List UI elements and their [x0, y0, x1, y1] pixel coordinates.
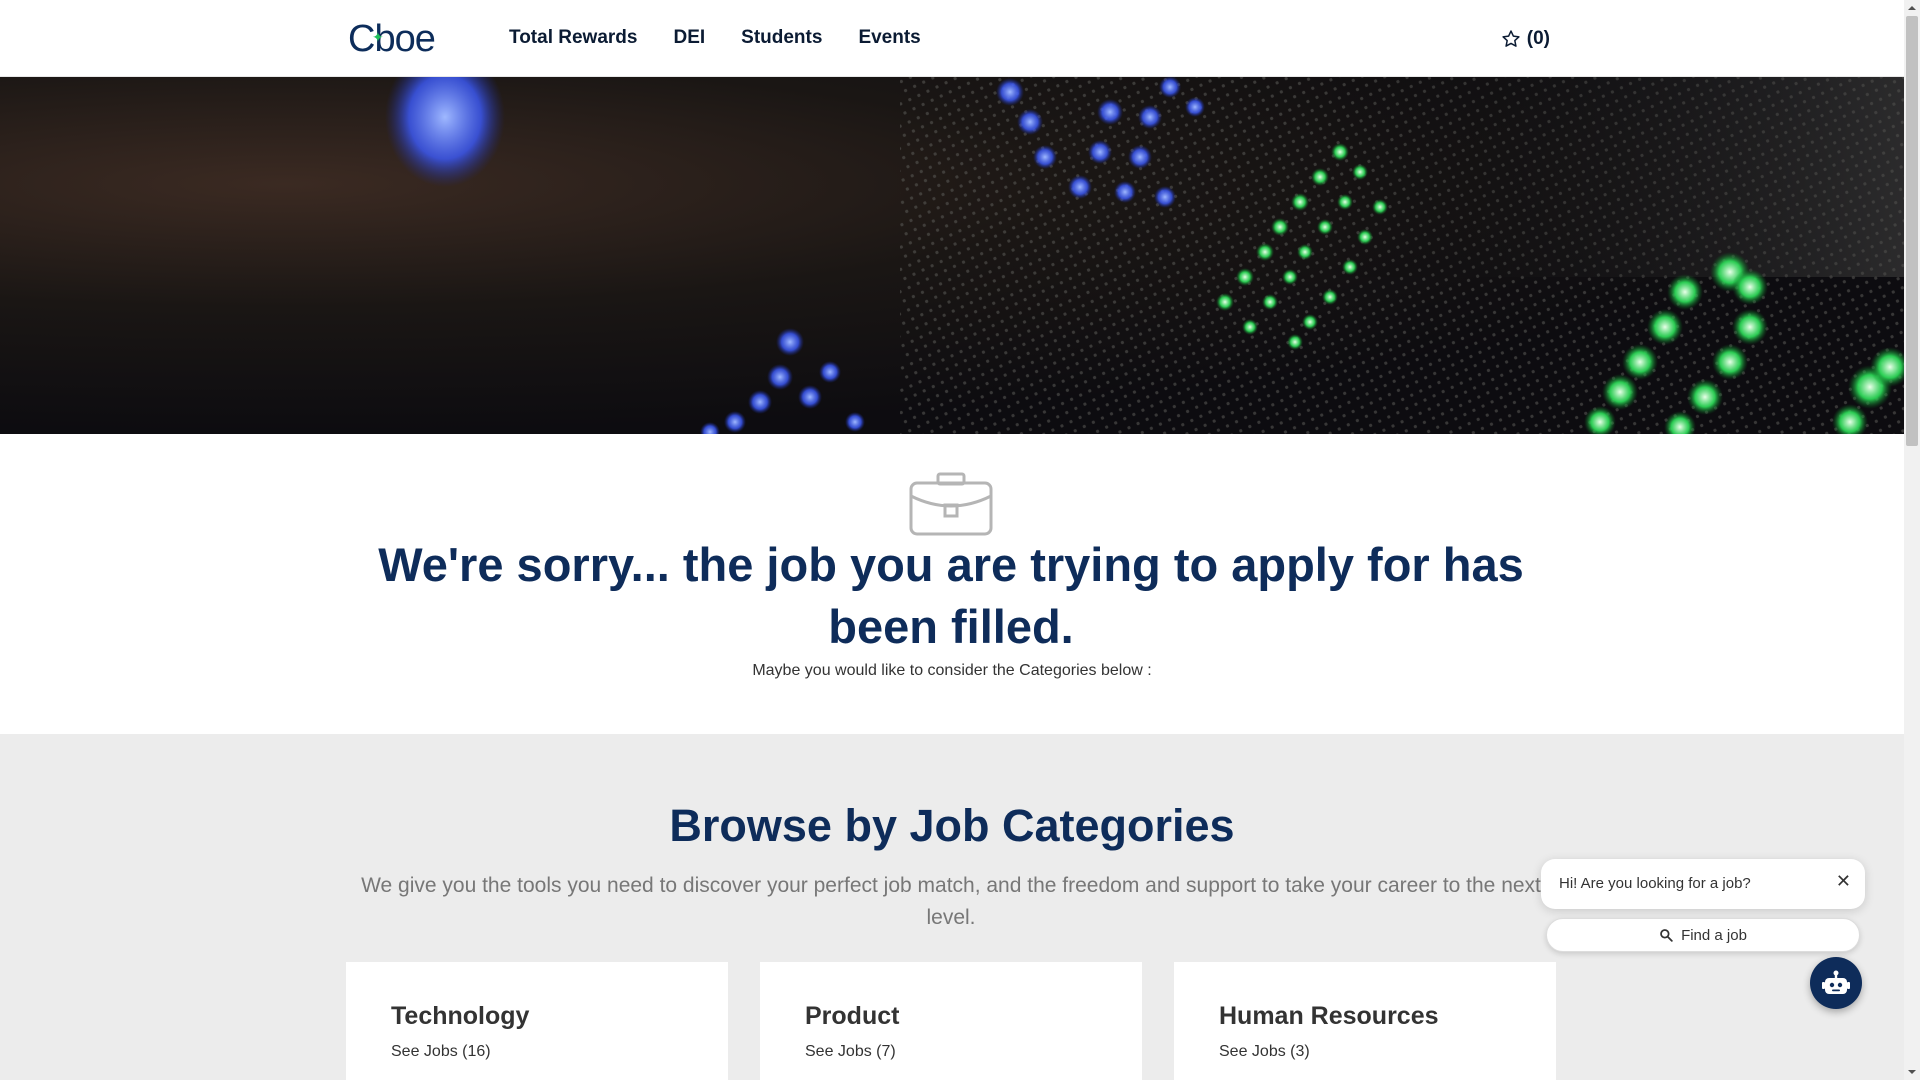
page-title: We're sorry... the job you are trying to… [378, 538, 1524, 653]
nav-events[interactable]: Events [858, 27, 920, 49]
nav-total-rewards[interactable]: Total Rewards [509, 27, 637, 49]
robot-icon [1822, 970, 1850, 994]
logo-accent-icon: ✦ [372, 29, 384, 45]
hero-led-pattern [385, 77, 1904, 434]
search-icon [1660, 929, 1673, 942]
page: Cboe ✦ Total Rewards DEI Students Events… [0, 0, 1904, 1092]
briefcase-icon [909, 472, 993, 536]
nav-students[interactable]: Students [741, 27, 822, 49]
see-jobs-link[interactable]: See Jobs (16) [391, 1043, 683, 1061]
page-subtitle: Maybe you would like to consider the Cat… [752, 662, 1152, 679]
scroll-down-arrow-icon[interactable] [1904, 1064, 1920, 1080]
site-header: Cboe ✦ Total Rewards DEI Students Events… [0, 0, 1904, 77]
see-jobs-link[interactable]: See Jobs (3) [1219, 1043, 1511, 1061]
category-card-human-resources[interactable]: Human Resources See Jobs (3) [1174, 962, 1556, 1092]
category-name: Human Resources [1219, 1002, 1439, 1030]
main-nav: Total Rewards DEI Students Events [509, 27, 921, 49]
hero-banner-image [0, 77, 1904, 434]
category-card-product[interactable]: Product See Jobs (7) [760, 962, 1142, 1092]
chat-greeting-bubble: Hi! Are you looking for a job? ✕ [1541, 859, 1865, 909]
favorites-button[interactable]: (0) [1501, 28, 1550, 50]
scroll-up-arrow-icon[interactable] [1904, 0, 1920, 16]
page-scrollbar[interactable] [1904, 0, 1920, 1080]
category-card-technology[interactable]: Technology See Jobs (16) [346, 962, 728, 1092]
scrollbar-thumb[interactable] [1906, 16, 1918, 446]
find-job-button[interactable]: Find a job [1546, 918, 1860, 952]
star-icon [1502, 30, 1520, 47]
chatbot-launcher-button[interactable] [1810, 957, 1862, 1009]
job-filled-message: We're sorry... the job you are trying to… [0, 434, 1904, 734]
find-job-label: Find a job [1681, 926, 1747, 944]
nav-dei[interactable]: DEI [673, 27, 705, 49]
logo-text: Cboe [348, 18, 436, 60]
chat-greeting-text: Hi! Are you looking for a job? [1559, 875, 1751, 892]
cboe-logo[interactable]: Cboe ✦ [348, 18, 436, 60]
categories-heading: Browse by Job Categories [669, 800, 1235, 851]
categories-intro: We give you the tools you need to discov… [361, 874, 1541, 929]
see-jobs-link[interactable]: See Jobs (7) [805, 1043, 1097, 1061]
category-name: Technology [391, 1002, 530, 1030]
close-icon[interactable]: ✕ [1836, 871, 1851, 892]
category-name: Product [805, 1002, 900, 1030]
favorites-count: (0) [1526, 28, 1550, 49]
